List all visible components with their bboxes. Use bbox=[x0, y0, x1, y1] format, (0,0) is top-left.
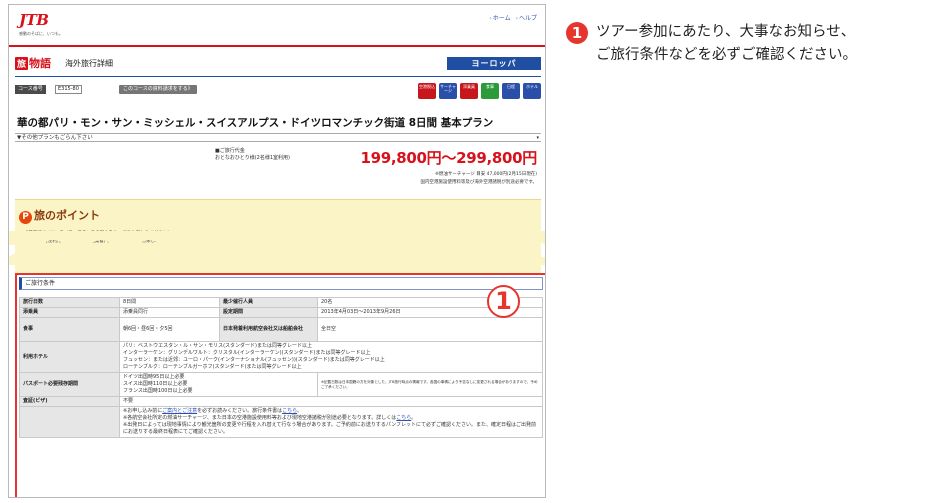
guidance-link[interactable]: ご案内とご注意 bbox=[162, 408, 197, 414]
jtb-logo[interactable]: JTB bbox=[19, 11, 49, 29]
page-title: 海外旅行詳細 bbox=[65, 59, 113, 68]
airport-tax-icon: 空港税込 bbox=[418, 83, 436, 99]
travel-conditions-heading: ご旅行条件 bbox=[19, 277, 543, 290]
passport-line: フランス出国時100日以上必要 bbox=[123, 388, 193, 394]
surcharge-info: ※燃油サーチャージ 目安 47,000円(2月15日現在) 国内空港施設使用料等… bbox=[420, 171, 537, 187]
surcharge-link[interactable]: こちら bbox=[396, 415, 411, 421]
airline-value: 全日空 bbox=[317, 317, 543, 342]
min-participants-label: 最少催行人員 bbox=[219, 297, 318, 308]
annotation-line: ツアー参加にあたり、大事なお知らせ、 bbox=[596, 24, 856, 40]
hotel-line: インターラーケン：グリンデルワルト：クリスタル(インターラーケン)(スタンダード… bbox=[123, 350, 371, 356]
point-badge-icon: P bbox=[19, 211, 32, 224]
course-code-row: コース番号 E315-80 このコースの資料請求をする》 空港税込 サーチャージ… bbox=[15, 83, 541, 99]
tour-price: 199,800円～299,800円 bbox=[360, 149, 537, 167]
feature-icons: 空港税込 サーチャージ 添乗員 食事 日程 ホテル bbox=[418, 83, 541, 99]
hotel-line: パリ：ベストウエスタン・ル・サン・モリス(スタンダード)または同等グレード以上 bbox=[123, 343, 313, 349]
travel-conditions-table: 旅行日数 8日間 最少催行人員 20名 添乗員 添乗員同行 設定期間 2013年… bbox=[19, 297, 543, 438]
note-text: 。 bbox=[411, 415, 417, 421]
other-plans-dropdown[interactable]: ▼その他プランもごらん下さい ▾ bbox=[15, 133, 541, 142]
table-row: 食事 朝6回・昼6回・夕5回 日本発着利用航空会社又は船舶会社 全日空 bbox=[19, 317, 543, 342]
meal-label: 食事 bbox=[19, 317, 120, 342]
conditions-link[interactable]: こちら bbox=[282, 408, 297, 414]
site-header: JTB 感動のそばに、いつも。 ホーム ヘルプ bbox=[9, 5, 545, 45]
note-line: ※出発日によっては現地事情により観光箇所の変更や行程を入れ替えて行なう場合があり… bbox=[123, 422, 536, 435]
points-bottom-strip bbox=[15, 255, 541, 273]
home-link[interactable]: ホーム bbox=[489, 13, 511, 22]
price-sublabel: おとなおひとり様(2名様1室利用) bbox=[215, 155, 290, 161]
schedule-icon: 日程 bbox=[502, 83, 520, 99]
note-text: ※お申し込み前に bbox=[123, 408, 163, 414]
hotel-label: 利用ホテル bbox=[19, 341, 120, 373]
surcharge-line: ※燃油サーチャージ 目安 47,000円(2月15日現在) bbox=[435, 172, 537, 177]
browser-page: JTB 感動のそばに、いつも。 ホーム ヘルプ 旅物語 海外旅行詳細 ヨーロッパ… bbox=[8, 4, 546, 498]
table-row: ※お申し込み前にご案内とご注意を必ずお読みください。旅行条件書はこちら。 ※各航… bbox=[19, 406, 543, 438]
callout-number: 1 bbox=[487, 285, 520, 318]
days-value: 8日間 bbox=[119, 297, 220, 308]
guide-icon: 添乗員 bbox=[460, 83, 478, 99]
course-title: 華の都パリ・モン・サン・ミッシェル・スイスアルプス・ドイツロマンチック街道 8日… bbox=[17, 117, 494, 129]
table-row: 添乗員 添乗員同行 設定期間 2013年4月03日～2013年9月26日 bbox=[19, 307, 543, 318]
price-label: ■ご旅行代金 bbox=[215, 148, 245, 154]
hotel-line: ローテンブルク：ローテンブルガーホフ(スタンダード)または同等グレード以上 bbox=[123, 364, 302, 370]
note-line: ※お申し込み前にご案内とご注意を必ずお読みください。旅行条件書はこちら。 bbox=[123, 408, 539, 415]
top-links: ホーム ヘルプ bbox=[489, 13, 537, 22]
note-line: ※各航空会社所定の燃油サーチャージ、また日本の空港施設使用料等および現地空港諸税… bbox=[123, 415, 539, 422]
passport-line: ドイツ出国時95日以上必要 bbox=[123, 374, 185, 380]
passport-note: ※記載日数は日本国籍の方を対象とした、JTB旅行時点の情報です。各国の事情により… bbox=[317, 372, 543, 397]
visa-value: 不要 bbox=[119, 396, 543, 407]
table-row: 査証(ビザ) 不要 bbox=[19, 396, 543, 407]
passport-line: スイス出国時110日以上必要 bbox=[123, 381, 188, 387]
travel-points-title: 旅のポイント bbox=[34, 209, 100, 222]
hotel-value: パリ：ベストウエスタン・ル・サン・モリス(スタンダード)または同等グレード以上 … bbox=[119, 341, 543, 373]
passport-value: ドイツ出国時95日以上必要 スイス出国時110日以上必要 フランス出国時100日… bbox=[119, 372, 318, 397]
table-row: パスポート必要残存期間 ドイツ出国時95日以上必要 スイス出国時110日以上必要… bbox=[19, 372, 543, 397]
course-code-value: E315-80 bbox=[55, 85, 82, 94]
other-plans-label: ▼その他プランもごらん下さい bbox=[17, 135, 93, 141]
request-brochure-button[interactable]: このコースの資料請求をする》 bbox=[119, 85, 197, 94]
meal-icon: 食事 bbox=[481, 83, 499, 99]
travel-conditions-section: ご旅行条件 旅行日数 8日間 最少催行人員 20名 添乗員 添乗員同行 設定期間… bbox=[15, 273, 545, 497]
notes-label bbox=[19, 406, 120, 438]
brand-row: 旅物語 海外旅行詳細 ヨーロッパ bbox=[15, 55, 541, 75]
logo-tagline: 感動のそばに、いつも。 bbox=[19, 31, 63, 36]
passport-label: パスポート必要残存期間 bbox=[19, 372, 120, 397]
table-row: 旅行日数 8日間 最少催行人員 20名 bbox=[19, 297, 543, 308]
annotation-text: ツアー参加にあたり、大事なお知らせ、 ご旅行条件などを必ずご確認ください。 bbox=[596, 21, 857, 67]
hotel-icon: ホテル bbox=[523, 83, 541, 99]
note-text: 。 bbox=[297, 408, 303, 414]
notes-value: ※お申し込み前にご案内とご注意を必ずお読みください。旅行条件書はこちら。 ※各航… bbox=[119, 406, 543, 438]
tabimonogatari-logo: 旅物語 bbox=[15, 55, 59, 71]
airline-label: 日本発着利用航空会社又は船舶会社 bbox=[219, 317, 318, 342]
brand-divider bbox=[15, 76, 541, 77]
region-button[interactable]: ヨーロッパ bbox=[447, 57, 541, 70]
price-label-block: ■ご旅行代金 おとなおひとり様(2名様1室利用) bbox=[215, 148, 290, 162]
help-link[interactable]: ヘルプ bbox=[516, 13, 537, 22]
period-label: 設定期間 bbox=[219, 307, 318, 318]
header-divider bbox=[9, 45, 545, 47]
course-code-label: コース番号 bbox=[15, 85, 46, 94]
travel-points-heading: P 旅のポイント bbox=[19, 207, 100, 224]
surcharge-icon: サーチャージ bbox=[439, 83, 457, 99]
meal-value: 朝6回・昼6回・夕5回 bbox=[119, 317, 220, 342]
annotation-line: ご旅行条件などを必ずご確認ください。 bbox=[596, 47, 857, 63]
days-label: 旅行日数 bbox=[19, 297, 120, 308]
brand-mark: 旅 bbox=[15, 57, 29, 70]
note-text: ※各航空会社所定の燃油サーチャージ、また日本の空港施設使用料等および現地空港諸税… bbox=[123, 415, 397, 421]
brand-mark-rest: 物語 bbox=[29, 57, 52, 70]
surcharge-note: 国内空港施設使用料等及び海外空港諸税が別途必要です。 bbox=[420, 180, 537, 185]
table-row: 利用ホテル パリ：ベストウエスタン・ル・サン・モリス(スタンダード)または同等グ… bbox=[19, 341, 543, 373]
chevron-down-icon: ▾ bbox=[536, 135, 539, 141]
visa-label: 査証(ビザ) bbox=[19, 396, 120, 407]
note-text: を必ずお読みください。旅行条件書は bbox=[197, 408, 283, 414]
guide-value: 添乗員同行 bbox=[119, 307, 220, 318]
guide-label: 添乗員 bbox=[19, 307, 120, 318]
hotel-line: フュッセン：または近郊：ユーロ・パーク(インターナショナル(フュッセン))(スタ… bbox=[123, 357, 385, 363]
annotation-number: 1 bbox=[566, 22, 588, 44]
